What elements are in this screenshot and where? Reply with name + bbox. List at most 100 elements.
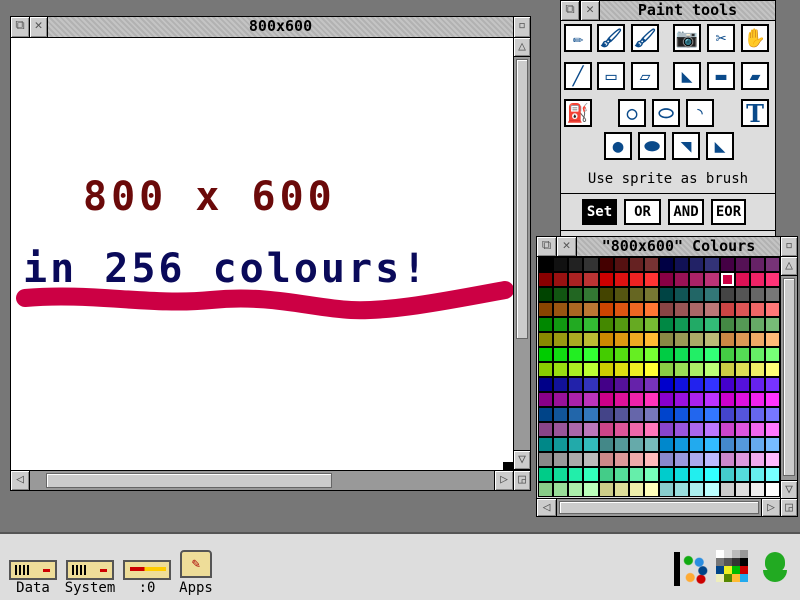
colour-swatch[interactable] [735, 438, 749, 451]
colour-swatch[interactable] [569, 453, 583, 466]
scroll-down-icon[interactable]: ▽ [780, 480, 798, 500]
colour-swatch[interactable] [569, 288, 583, 301]
colour-swatch[interactable] [629, 318, 643, 331]
apps-label[interactable]: Apps [161, 580, 231, 596]
colour-swatch[interactable] [660, 453, 674, 466]
colour-swatch[interactable] [554, 273, 568, 286]
colour-swatch[interactable] [690, 318, 704, 331]
colour-swatch[interactable] [690, 273, 704, 286]
colour-swatch[interactable] [690, 393, 704, 406]
colour-swatch[interactable] [675, 258, 689, 271]
colour-swatch[interactable] [660, 483, 674, 496]
colour-swatch[interactable] [690, 348, 704, 361]
scroll-down-icon[interactable]: ▽ [513, 450, 531, 470]
colour-swatch[interactable] [750, 258, 764, 271]
colour-swatch[interactable] [720, 318, 734, 331]
mode-eor-button[interactable]: EOR [711, 199, 746, 225]
tool-brush[interactable]: 🖌 [631, 24, 659, 52]
toggle-size-icon[interactable]: ▫ [513, 16, 531, 38]
colour-swatch[interactable] [554, 408, 568, 421]
colour-swatch[interactable] [660, 303, 674, 316]
colour-swatch[interactable] [599, 258, 613, 271]
colour-swatch[interactable] [705, 438, 719, 451]
colour-swatch[interactable] [599, 483, 613, 496]
colour-swatch[interactable] [660, 393, 674, 406]
colour-swatch[interactable] [584, 318, 598, 331]
tool-hand[interactable]: ✋ [741, 24, 769, 52]
colour-swatch[interactable] [675, 423, 689, 436]
colour-swatch[interactable] [765, 378, 779, 391]
colour-swatch[interactable] [644, 303, 658, 316]
colour-swatch[interactable] [539, 408, 553, 421]
colour-swatch[interactable] [584, 378, 598, 391]
colour-swatch[interactable] [569, 438, 583, 451]
colour-swatch[interactable] [644, 363, 658, 376]
colour-swatch[interactable] [569, 378, 583, 391]
colour-swatch[interactable] [735, 303, 749, 316]
colour-swatch[interactable] [599, 438, 613, 451]
colour-swatch[interactable] [584, 288, 598, 301]
colour-swatch[interactable] [614, 423, 628, 436]
colour-swatch[interactable] [539, 348, 553, 361]
colour-swatch[interactable] [644, 258, 658, 271]
colour-swatch[interactable] [675, 453, 689, 466]
colour-swatch[interactable] [675, 438, 689, 451]
colour-swatch[interactable] [675, 408, 689, 421]
colour-swatch[interactable] [644, 288, 658, 301]
colour-swatch[interactable] [660, 318, 674, 331]
colour-swatch[interactable] [765, 288, 779, 301]
colour-swatch[interactable] [750, 288, 764, 301]
colour-swatch[interactable] [599, 363, 613, 376]
colour-swatch[interactable] [735, 273, 749, 286]
colour-swatch[interactable] [644, 408, 658, 421]
colour-swatch[interactable] [735, 348, 749, 361]
colour-swatch[interactable] [690, 303, 704, 316]
colour-swatch[interactable] [584, 453, 598, 466]
colour-swatch[interactable] [660, 423, 674, 436]
colour-swatch[interactable] [750, 408, 764, 421]
colour-swatch[interactable] [599, 333, 613, 346]
colour-swatch[interactable] [705, 288, 719, 301]
colour-swatch[interactable] [614, 453, 628, 466]
mode-and-button[interactable]: AND [668, 199, 704, 225]
colour-swatch[interactable] [660, 408, 674, 421]
colour-swatch[interactable] [554, 288, 568, 301]
colour-swatch[interactable] [705, 333, 719, 346]
colour-swatch[interactable] [765, 483, 779, 496]
vertical-scrollbar[interactable] [513, 56, 531, 451]
colour-swatch[interactable] [569, 393, 583, 406]
colour-swatch[interactable] [765, 258, 779, 271]
colour-swatch[interactable] [629, 348, 643, 361]
colour-swatch[interactable] [599, 273, 613, 286]
tool-line[interactable]: ╱ [564, 62, 592, 90]
colour-swatch[interactable] [675, 378, 689, 391]
resize-icon[interactable]: ◲ [513, 470, 531, 491]
colour-swatch[interactable] [554, 318, 568, 331]
colour-swatch[interactable] [705, 453, 719, 466]
apps-folder-icon[interactable]: ✎ [180, 550, 212, 578]
colour-swatch[interactable] [720, 423, 734, 436]
colour-swatch[interactable] [705, 273, 719, 286]
colour-swatch[interactable] [690, 483, 704, 496]
colour-swatch[interactable] [584, 468, 598, 481]
colour-swatch[interactable] [539, 438, 553, 451]
colour-swatch[interactable] [599, 378, 613, 391]
colour-swatch[interactable] [569, 483, 583, 496]
colour-swatch[interactable] [554, 423, 568, 436]
colour-swatch[interactable] [584, 363, 598, 376]
colour-swatch[interactable] [690, 333, 704, 346]
colour-swatch[interactable] [750, 483, 764, 496]
colour-swatch[interactable] [584, 483, 598, 496]
colour-swatch[interactable] [629, 453, 643, 466]
scroll-up-icon[interactable]: △ [780, 256, 798, 276]
tool-ellipse-fill[interactable]: ⬬ [638, 132, 666, 160]
colour-swatch[interactable] [599, 393, 613, 406]
tool-spray-can[interactable]: 🖌 [597, 24, 625, 52]
colour-swatch[interactable] [660, 333, 674, 346]
tool-ellipse-outline[interactable]: ⬭ [652, 99, 680, 127]
tool-parallelogram-outline[interactable]: ▱ [631, 62, 659, 90]
colour-swatch[interactable] [554, 258, 568, 271]
colour-swatch[interactable] [539, 378, 553, 391]
colour-swatch[interactable] [660, 378, 674, 391]
colour-swatch[interactable] [644, 378, 658, 391]
